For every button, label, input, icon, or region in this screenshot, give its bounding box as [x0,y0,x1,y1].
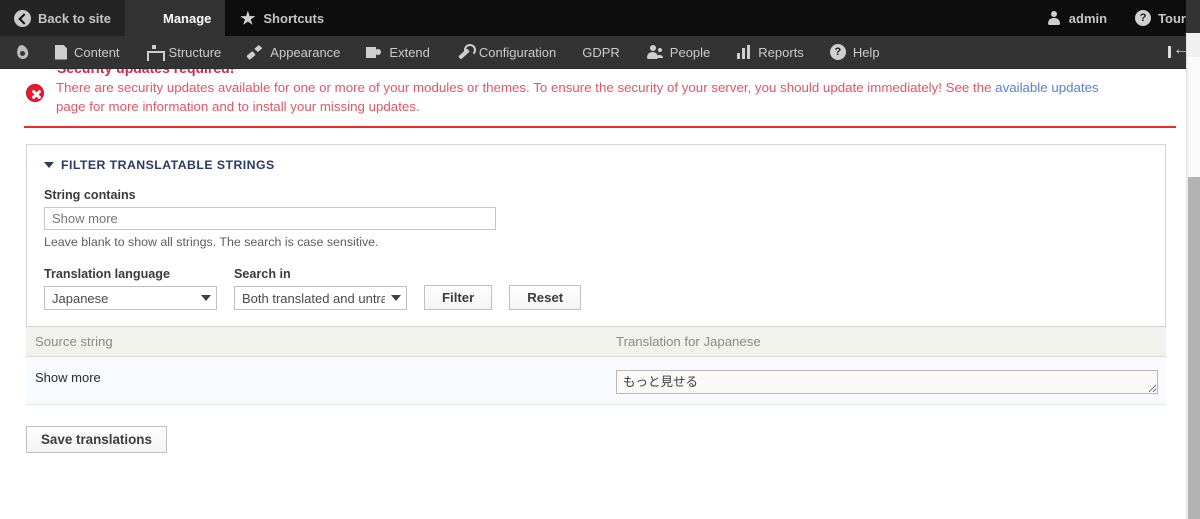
circle-back-icon [14,9,31,27]
sidebar-item-home[interactable] [0,36,42,68]
people-icon [646,44,663,60]
save-translations-button[interactable]: Save translations [26,426,167,453]
error-message-text: There are security updates available for… [56,79,1116,116]
translations-table: Source string Translation for Japanese S… [26,327,1166,405]
help-circle-icon: ? [829,44,846,60]
toolbar-spacer-secondary [893,36,1154,68]
string-contains-label: String contains [44,188,136,202]
sidebar-item-appearance[interactable]: Appearance [234,36,353,68]
person-icon [1046,10,1062,26]
collapse-tray-icon [1167,42,1189,59]
help-circle-icon: ? [1135,10,1152,26]
translation-language-label: Translation language [44,267,170,281]
sidebar-item-help[interactable]: ? Help [817,36,893,68]
filter-button[interactable]: Filter [424,285,493,310]
column-header-translation: Translation for Japanese [616,334,761,349]
error-text-after-link: page for more information and to install… [56,98,420,114]
column-header-source-string: Source string [35,334,113,349]
string-contains-field-group: String contains Leave blank to show all … [44,188,1148,249]
chevron-down-icon [391,295,401,301]
search-in-select[interactable]: Both translated and untranslated strings [234,286,407,310]
bar-chart-icon [736,45,751,59]
hamburger-icon [139,11,156,25]
page-icon [55,44,67,60]
table-header-row: Source string Translation for Japanese [26,327,1166,357]
tab-manage[interactable]: Manage [124,0,226,36]
sidebar-item-label: Extend [389,44,430,60]
puzzle-piece-icon [366,45,382,60]
scrollbar-top-cap [1186,0,1200,33]
drupal-droplet-icon [14,44,30,61]
scrollbar-track-lower[interactable] [1188,177,1200,519]
reset-button[interactable]: Reset [509,285,582,310]
page-content: Security updates required! There are sec… [0,69,1200,453]
search-in-value: Both translated and untranslated strings [242,290,385,306]
search-in-field-group: Search in Both translated and untranslat… [234,267,407,310]
sidebar-item-gdpr[interactable]: GDPR [569,36,633,68]
wrench-icon [456,44,476,60]
sidebar-item-label: Help [852,44,880,60]
search-in-label: Search in [234,267,291,281]
error-text-before-link: There are security updates available for… [56,80,996,95]
sidebar-item-label: People [669,44,711,60]
sidebar-item-people[interactable]: People [633,36,723,68]
sidebar-item-label: Structure [168,44,222,60]
back-to-site-label: Back to site [38,10,111,26]
form-actions: Save translations [26,426,1200,453]
error-x-icon [26,84,44,102]
translation-language-field-group: Translation language Japanese [44,267,217,310]
tab-manage-label: Manage [162,10,212,26]
error-message: There are security updates available for… [24,76,1176,128]
sidebar-item-reports[interactable]: Reports [723,36,817,68]
string-contains-description: Leave blank to show all strings. The sea… [44,235,379,249]
sidebar-item-configuration[interactable]: Configuration [443,36,569,68]
sidebar-item-label: GDPR [582,44,620,60]
paintbrush-icon [247,44,263,60]
filter-panel-legend[interactable]: Filter translatable strings [44,158,1148,172]
sidebar-item-structure[interactable]: Structure [133,36,235,68]
clipped-message-heading: Security updates required! [24,69,1176,76]
translation-language-value: Japanese [52,290,109,306]
sidebar-item-content[interactable]: Content [42,36,133,68]
messages-region: Security updates required! There are sec… [0,69,1200,128]
translation-textarea[interactable]: もっと見せる [616,370,1158,394]
tab-shortcuts-label: Shortcuts [263,10,325,26]
table-row: Show more もっと見せる [26,357,1166,405]
translation-cell: もっと見せる [608,370,1166,394]
sidebar-item-label: Content [74,44,120,60]
available-updates-link[interactable]: available updates [995,80,1099,95]
filter-panel-legend-label: Filter translatable strings [61,158,275,172]
admin-toolbar-primary: Back to site Manage ★ Shortcuts admin ? … [0,0,1200,36]
filter-controls-row: Translation language Japanese Search in … [44,267,1148,326]
back-to-site-button[interactable]: Back to site [0,0,125,36]
translation-language-select[interactable]: Japanese [44,286,217,310]
filter-translatable-strings-panel: Filter translatable strings String conta… [26,144,1166,327]
username-label: admin [1068,10,1108,26]
tour-label: Tour [1158,10,1186,26]
sidebar-item-label: Configuration [478,44,557,60]
chevron-down-icon [201,295,211,301]
star-icon: ★ [240,8,256,28]
sidebar-item-label: Appearance [270,44,341,60]
user-account-menu[interactable]: admin [1032,0,1121,36]
tab-shortcuts[interactable]: ★ Shortcuts [225,0,338,36]
structure-tree-icon [146,45,165,61]
scrollbar-thumb[interactable] [1188,57,1200,177]
source-string-cell: Show more [35,370,101,385]
triangle-down-icon [44,162,54,168]
admin-toolbar-secondary: Content Structure Appearance Extend Conf… [0,36,1200,69]
string-contains-input[interactable] [44,207,496,230]
sidebar-item-label: Reports [758,44,804,60]
sidebar-item-extend[interactable]: Extend [353,36,442,68]
clipped-heading-text: Security updates required! [57,69,234,76]
vertical-scrollbar[interactable] [1186,33,1200,519]
